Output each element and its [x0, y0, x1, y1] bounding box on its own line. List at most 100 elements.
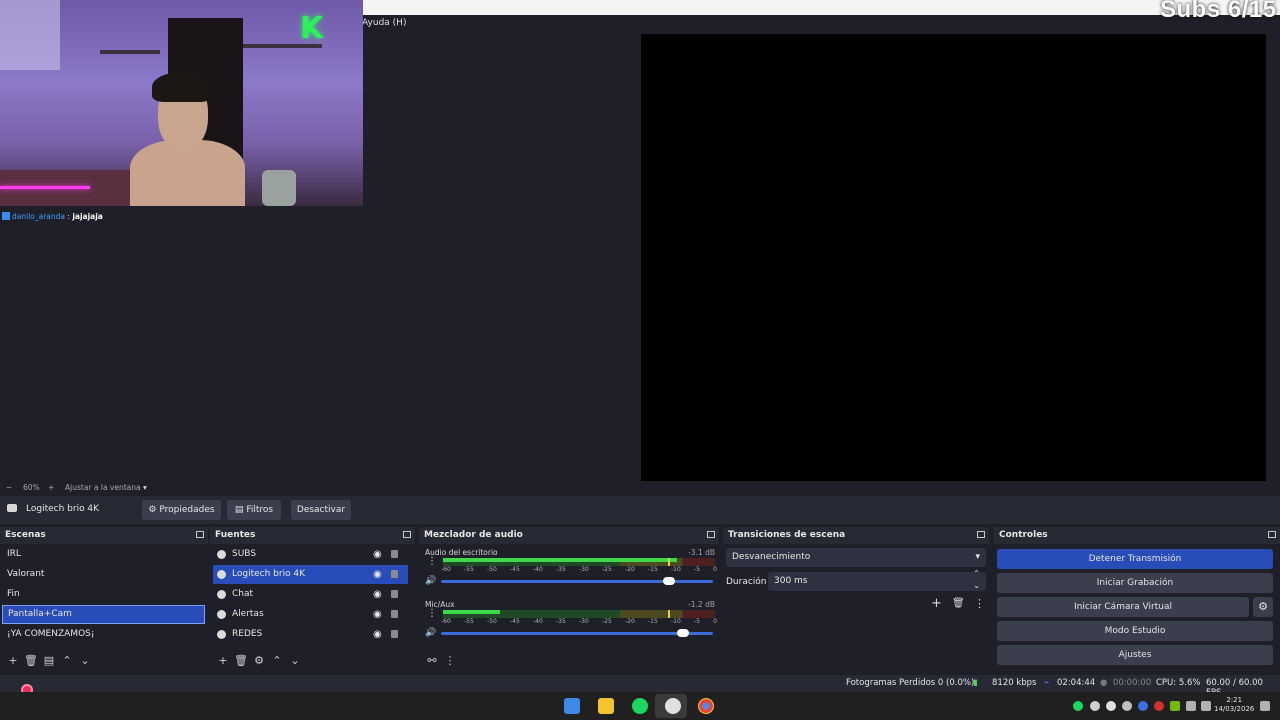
- lock-icon[interactable]: [391, 630, 398, 638]
- controls-dock: Controles Detener Transmisión Iniciar Gr…: [994, 527, 1280, 672]
- source-item[interactable]: Alertas ◉: [213, 605, 408, 624]
- tray-obs-icon[interactable]: [1122, 701, 1132, 711]
- meter-tick-label: -60: [441, 618, 451, 625]
- tray-spotify-icon[interactable]: [1073, 701, 1083, 711]
- volume-slider[interactable]: [441, 577, 713, 585]
- eye-icon[interactable]: ◉: [373, 630, 382, 640]
- lock-icon[interactable]: [391, 590, 398, 598]
- studio-mode-button[interactable]: Modo Estudio: [997, 621, 1273, 641]
- more-options-icon[interactable]: ⋮: [441, 654, 459, 667]
- mixer-body: Audio del escritorio -3.1 dB ⋮ -60 -55 -50…: [419, 544, 719, 672]
- source-item[interactable]: Chat ◉: [213, 585, 408, 604]
- file-explorer-icon[interactable]: [598, 698, 614, 714]
- meter-tick-label: 0: [713, 566, 717, 573]
- settings-button[interactable]: Ajustes: [997, 645, 1273, 665]
- scene-item[interactable]: Fin: [2, 585, 205, 604]
- more-options-icon[interactable]: ⋮: [427, 608, 437, 619]
- selected-source-name: Logitech brio 4K: [26, 504, 100, 514]
- chevron-down-icon[interactable]: ⌄: [286, 654, 304, 667]
- volume-knob[interactable]: [676, 629, 689, 637]
- link-icon[interactable]: ⚯: [423, 654, 441, 667]
- scene-item[interactable]: IRL: [2, 545, 205, 564]
- filters-button[interactable]: ▤ Filtros: [227, 500, 281, 520]
- duration-label: Duración: [726, 577, 767, 587]
- zoom-fit[interactable]: Ajustar a la ventana: [65, 483, 141, 492]
- tray-nvidia-icon[interactable]: [1170, 701, 1180, 711]
- system-clock[interactable]: 2:21 14/03/2026: [1214, 696, 1254, 714]
- spotify-icon[interactable]: [632, 698, 648, 714]
- chevron-up-icon[interactable]: ⌃: [58, 654, 76, 667]
- chat-badge-icon: [2, 212, 10, 220]
- start-recording-button[interactable]: Iniciar Grabación: [997, 573, 1273, 593]
- dock-float-icon[interactable]: [1268, 531, 1276, 538]
- lock-icon[interactable]: [391, 610, 398, 618]
- stepper-icon[interactable]: ⌃ ⌄: [973, 568, 980, 592]
- tray-steam-icon[interactable]: [1106, 701, 1116, 711]
- scenes-toolbar: + 🗑 ▤ ⌃ ⌄: [4, 654, 94, 668]
- start-virtual-camera-button[interactable]: Iniciar Cámara Virtual: [997, 597, 1249, 617]
- duration-field[interactable]: 300 ms ⌃ ⌄: [768, 569, 986, 591]
- sources-dock: Fuentes SUBS ◉ Logitech brio 4K ◉ Chat ◉…: [210, 527, 415, 672]
- source-item-selected[interactable]: Logitech brio 4K ◉: [213, 565, 408, 584]
- eye-icon[interactable]: ◉: [373, 570, 382, 580]
- properties-button[interactable]: ⚙ Propiedades: [142, 500, 221, 520]
- deactivate-button[interactable]: Desactivar: [291, 500, 351, 520]
- transition-select[interactable]: Desvanecimiento ▾: [726, 548, 986, 567]
- chevron-up-icon[interactable]: ⌃: [268, 654, 286, 667]
- speaker-icon[interactable]: 🔊: [425, 628, 436, 638]
- source-label: Logitech brio 4K: [232, 569, 306, 579]
- trash-icon[interactable]: 🗑: [22, 654, 40, 667]
- lock-icon[interactable]: [391, 550, 398, 558]
- virtual-camera-settings-icon[interactable]: ⚙: [1253, 597, 1273, 617]
- add-icon[interactable]: +: [4, 654, 22, 667]
- eye-icon[interactable]: ◉: [373, 610, 382, 620]
- add-icon[interactable]: +: [931, 596, 942, 611]
- obs-icon[interactable]: [665, 698, 681, 714]
- volume-knob[interactable]: [662, 577, 675, 585]
- volume-slider[interactable]: [441, 629, 713, 637]
- dock-float-icon[interactable]: [977, 531, 985, 538]
- menu-help[interactable]: Ayuda (H): [362, 18, 406, 28]
- lock-icon[interactable]: [391, 570, 398, 578]
- filter-icon[interactable]: ▤: [40, 654, 58, 667]
- scene-item[interactable]: ¡YA COMENZAMOS¡: [2, 625, 205, 644]
- eye-icon[interactable]: ◉: [373, 550, 382, 560]
- more-options-icon[interactable]: ⋮: [427, 556, 437, 567]
- eye-icon[interactable]: ◉: [373, 590, 382, 600]
- windows-start-icon[interactable]: [564, 698, 580, 714]
- dock-float-icon[interactable]: [403, 531, 411, 538]
- zoom-bar: − 60% + Ajustar a la ventana ▾: [0, 481, 640, 493]
- speaker-icon[interactable]: 🔊: [425, 576, 436, 586]
- gear-icon: ⚙: [148, 505, 157, 515]
- trash-icon[interactable]: 🗑: [232, 654, 250, 667]
- add-icon[interactable]: +: [214, 654, 232, 667]
- scene-item[interactable]: Valorant: [2, 565, 205, 584]
- scenes-list: IRL Valorant Fin Pantalla+Cam ¡YA COMENZ…: [0, 544, 208, 672]
- more-options-icon[interactable]: ⋮: [974, 597, 985, 610]
- zoom-out-button[interactable]: −: [6, 483, 12, 492]
- notification-bell-icon[interactable]: [1260, 701, 1270, 711]
- chat-text: jajajaja: [72, 212, 103, 221]
- zoom-dropdown-icon[interactable]: ▾: [143, 483, 147, 492]
- browser-icon: [217, 630, 226, 639]
- tray-app-icon[interactable]: [1154, 701, 1164, 711]
- tray-volume-icon[interactable]: [1201, 701, 1211, 711]
- bitrate: 8120 kbps: [992, 678, 1037, 688]
- browser-icon: [217, 610, 226, 619]
- chrome-icon[interactable]: [698, 698, 714, 714]
- tray-bluetooth-icon[interactable]: [1138, 701, 1148, 711]
- tray-network-icon[interactable]: [1186, 701, 1196, 711]
- chevron-down-icon[interactable]: ⌄: [76, 654, 94, 667]
- dock-float-icon[interactable]: [707, 531, 715, 538]
- dock-float-icon[interactable]: [196, 531, 204, 538]
- program-preview[interactable]: [641, 34, 1266, 481]
- source-item[interactable]: SUBS ◉: [213, 545, 408, 564]
- level-meter: [443, 558, 715, 566]
- scene-item-selected[interactable]: Pantalla+Cam: [2, 605, 205, 624]
- stop-stream-button[interactable]: Detener Transmisión: [997, 549, 1273, 569]
- gear-icon[interactable]: ⚙: [250, 654, 268, 667]
- trash-icon[interactable]: 🗑: [952, 598, 965, 609]
- source-item[interactable]: REDES ◉: [213, 625, 408, 644]
- zoom-in-button[interactable]: +: [48, 483, 54, 492]
- tray-discord-icon[interactable]: [1090, 701, 1100, 711]
